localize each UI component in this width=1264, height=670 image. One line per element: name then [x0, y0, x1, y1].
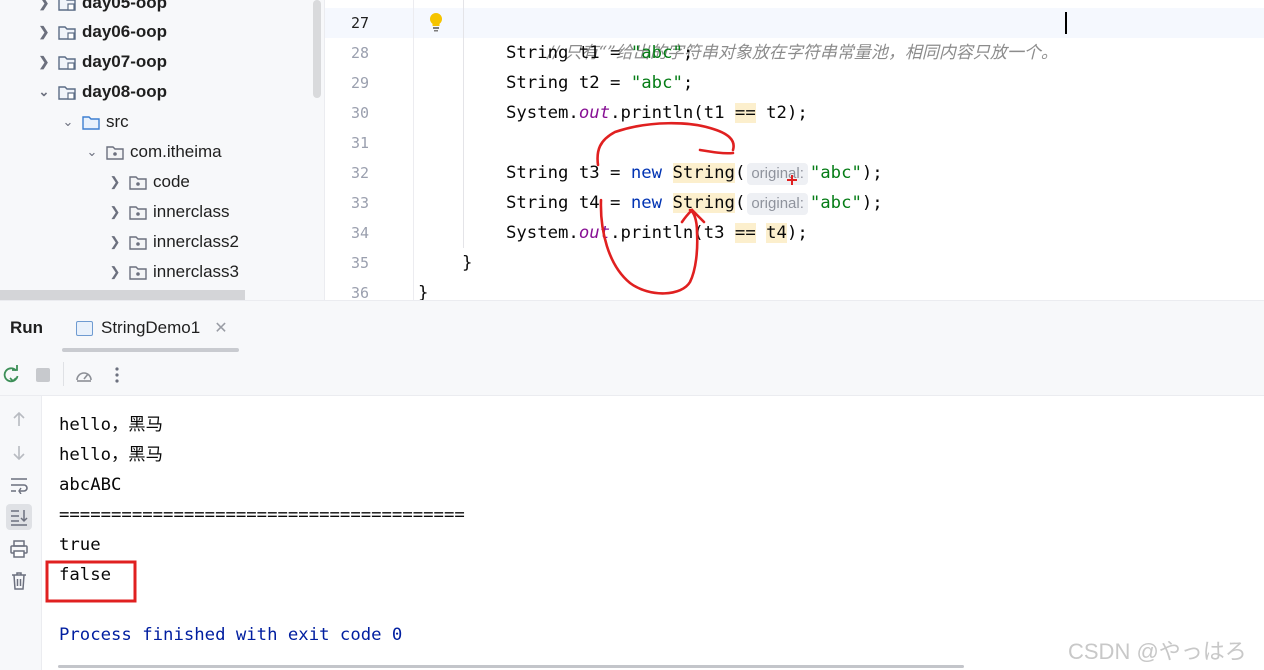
package-folder-icon: [129, 202, 149, 222]
code-line-35: }: [462, 253, 473, 273]
close-icon[interactable]: ✕: [214, 318, 227, 338]
package-folder-icon: [129, 262, 149, 282]
console-line: false: [59, 565, 112, 585]
line-number: 27: [350, 14, 369, 32]
package-folder-icon: [129, 172, 149, 192]
gutter-separator: [413, 0, 414, 300]
type-token: String: [506, 43, 569, 63]
package-folder-icon: [129, 232, 149, 252]
trash-icon[interactable]: [6, 568, 32, 594]
run-toolbar: [0, 352, 1264, 396]
run-panel-header: Run StringDemo1 ✕: [0, 300, 1264, 352]
arrow-down-icon[interactable]: [6, 440, 32, 466]
parameter-hint: original:: [747, 163, 808, 185]
project-tree-scrollbar[interactable]: [313, 0, 321, 98]
soft-wrap-icon[interactable]: [6, 472, 32, 498]
scroll-to-end-icon[interactable]: [6, 504, 32, 530]
line-number: 34: [350, 224, 369, 242]
console-line: abcABC: [59, 475, 122, 495]
tree-item-label: code: [153, 172, 190, 191]
tree-item-com-itheima[interactable]: ⌄ com.itheima: [82, 137, 222, 167]
arrow-up-icon[interactable]: [6, 406, 32, 432]
project-tree-panel: ❯ day05-oop ❯ day06-oop ❯ day07-oop ⌄ da…: [0, 0, 325, 300]
module-folder-icon: [58, 52, 78, 72]
stop-icon[interactable]: [32, 364, 54, 386]
line-number: 28: [350, 44, 369, 62]
tree-item-label: src: [106, 112, 129, 131]
code-line-29: String t2 = "abc";: [506, 73, 694, 93]
run-panel-title: Run: [10, 318, 44, 337]
source-folder-icon: [82, 112, 102, 132]
console-line: =======================================: [59, 505, 465, 525]
module-folder-icon: [58, 82, 78, 102]
tree-item-innerclass2[interactable]: ❯ innerclass2: [105, 227, 239, 257]
tree-item-innerclass[interactable]: ❯ innerclass: [105, 197, 230, 227]
tree-item-label: day05-oop: [82, 0, 168, 12]
console-line: hello，黑马: [59, 415, 163, 435]
line-number: 32: [350, 164, 369, 182]
tree-item-label: day07-oop: [82, 52, 168, 71]
tree-item-code[interactable]: ❯ code: [105, 167, 190, 197]
console-side-toolbar: [0, 396, 42, 670]
rerun-icon[interactable]: [0, 364, 22, 386]
process-finished-line: Process finished with exit code 0: [59, 625, 403, 645]
line-number: 35: [350, 254, 369, 272]
console-line: hello，黑马: [59, 445, 163, 465]
module-folder-icon: [58, 22, 78, 42]
code-line-32: String t3 = new String(original: "abc");: [506, 163, 883, 185]
tree-item-label: day06-oop: [82, 22, 168, 41]
print-icon[interactable]: [6, 536, 32, 562]
project-tree-hscrollbar[interactable]: [0, 290, 245, 300]
chevron-right-icon[interactable]: ❯: [105, 232, 125, 252]
console-hscrollbar[interactable]: [58, 665, 964, 668]
code-editor[interactable]: 27 28 29 30 31 32 33 34 35 36 // 只有“”给出的…: [325, 0, 1264, 300]
tab-string-demo1[interactable]: StringDemo1 ✕: [76, 315, 228, 341]
parameter-hint: original:: [747, 193, 808, 215]
code-line-34: System.out.println(t3 == t4);: [506, 223, 808, 243]
line-number: 30: [350, 104, 369, 122]
tree-item-day06-oop[interactable]: ❯ day06-oop: [34, 17, 167, 47]
more-options-icon[interactable]: [106, 364, 128, 386]
line-number: 29: [350, 74, 369, 92]
code-line-30: System.out.println(t1 == t2);: [506, 103, 808, 123]
tree-item-innerclass3[interactable]: ❯ innerclass3: [105, 257, 239, 287]
console-output[interactable]: hello，黑马 hello，黑马 abcABC ===============…: [42, 396, 1264, 670]
chevron-right-icon[interactable]: ❯: [34, 0, 54, 13]
code-comment: // 只有“”给出的字符串对象放在字符串常量池，相同内容只放一个。: [547, 43, 1058, 63]
tree-item-label: day08-oop: [82, 82, 168, 101]
console-line: true: [59, 535, 101, 555]
module-folder-icon: [58, 0, 78, 13]
toolbar-divider: [63, 362, 64, 386]
chevron-right-icon[interactable]: ❯: [105, 202, 125, 222]
chevron-down-icon[interactable]: ⌄: [82, 142, 102, 162]
line-number: 36: [350, 284, 369, 300]
tree-item-label: innerclass2: [153, 232, 239, 251]
package-folder-icon: [106, 142, 126, 162]
chevron-down-icon[interactable]: ⌄: [58, 112, 78, 132]
tree-item-day05-oop[interactable]: ❯ day05-oop: [34, 0, 167, 18]
chevron-right-icon[interactable]: ❯: [105, 262, 125, 282]
tree-item-src[interactable]: ⌄ src: [58, 107, 129, 137]
tree-item-label: innerclass3: [153, 262, 239, 281]
tree-item-label: com.itheima: [130, 142, 222, 161]
tab-label: StringDemo1: [101, 318, 201, 337]
chevron-right-icon[interactable]: ❯: [105, 172, 125, 192]
code-line-36: }: [418, 283, 429, 300]
code-line-28: String t1 = "abc";: [506, 43, 694, 63]
profiler-icon[interactable]: [73, 364, 95, 386]
lightbulb-icon[interactable]: [428, 12, 444, 32]
tree-item-label: innerclass: [153, 202, 230, 221]
indent-guide: [463, 0, 464, 248]
tree-item-day07-oop[interactable]: ❯ day07-oop: [34, 47, 167, 77]
chevron-right-icon[interactable]: ❯: [34, 52, 54, 72]
tree-item-day08-oop[interactable]: ⌄ day08-oop: [34, 77, 167, 107]
code-line-33: String t4 = new String(original: "abc");: [506, 193, 883, 215]
line-number: 31: [350, 134, 369, 152]
run-config-icon: [76, 320, 93, 336]
line-number: 33: [350, 194, 369, 212]
watermark: CSDN @やっはろ: [1068, 639, 1247, 664]
chevron-down-icon[interactable]: ⌄: [34, 82, 54, 102]
text-caret: [1065, 12, 1067, 34]
chevron-right-icon[interactable]: ❯: [34, 22, 54, 42]
